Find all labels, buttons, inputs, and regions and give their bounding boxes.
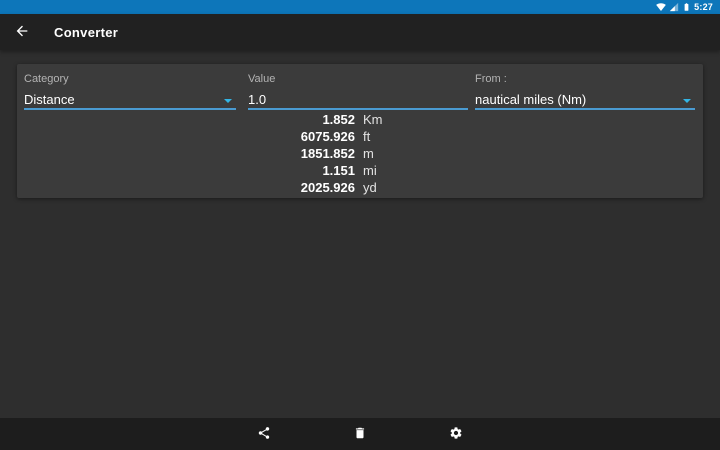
value-input-wrap: [248, 88, 468, 110]
value-input[interactable]: [248, 89, 468, 109]
result-row: 1851.852 m: [17, 145, 703, 162]
delete-icon: [353, 426, 367, 443]
value-label: Value: [248, 73, 276, 85]
from-underline: [475, 108, 695, 110]
result-unit: mi: [363, 163, 377, 178]
category-label: Category: [24, 73, 69, 85]
converter-app-screen: 5:27 Converter Category Distance Value 1…: [0, 0, 720, 450]
from-field: From : nautical miles (Nm): [475, 72, 695, 110]
result-unit: yd: [363, 180, 377, 195]
cell-signal-icon: [669, 2, 679, 12]
from-label: From :: [475, 73, 507, 85]
clock: 5:27: [694, 2, 713, 12]
category-dropdown[interactable]: Distance: [24, 88, 236, 110]
conversion-results-list: 1.852 Km 6075.926 ft 1851.852 m 1.151 mi…: [17, 111, 703, 196]
arrow-left-icon: [14, 23, 30, 42]
result-row: 2025.926 yd: [17, 179, 703, 196]
category-underline: [24, 108, 236, 110]
chevron-down-icon: [224, 99, 232, 103]
share-button[interactable]: [256, 426, 272, 442]
delete-button[interactable]: [352, 426, 368, 442]
bottom-actions: [256, 426, 464, 442]
result-row: 6075.926 ft: [17, 128, 703, 145]
converter-card: Category Distance Value From : nautical …: [17, 64, 703, 198]
from-unit-dropdown[interactable]: nautical miles (Nm): [475, 88, 695, 110]
result-row: 1.852 Km: [17, 111, 703, 128]
battery-icon: [682, 2, 691, 12]
result-value: 1.151: [322, 163, 355, 178]
page-title: Converter: [54, 24, 119, 40]
value-underline: [248, 108, 468, 110]
share-icon: [257, 426, 271, 443]
wifi-icon: [656, 2, 667, 12]
category-selected-value: Distance: [24, 91, 75, 107]
result-value: 6075.926: [300, 129, 355, 144]
from-selected-value: nautical miles (Nm): [475, 91, 587, 107]
value-field: Value: [248, 72, 468, 110]
bottom-action-bar: [0, 418, 720, 450]
result-unit: Km: [363, 112, 383, 127]
result-value: 1.852: [322, 112, 355, 127]
category-field: Category Distance: [24, 72, 236, 110]
back-button[interactable]: [4, 14, 40, 50]
settings-button[interactable]: [448, 426, 464, 442]
result-value: 1851.852: [300, 146, 355, 161]
status-bar: 5:27: [0, 0, 720, 14]
settings-icon: [449, 426, 463, 443]
result-unit: m: [363, 146, 374, 161]
result-value: 2025.926: [300, 180, 355, 195]
app-bar: Converter: [0, 14, 720, 50]
chevron-down-icon: [683, 99, 691, 103]
result-row: 1.151 mi: [17, 162, 703, 179]
result-unit: ft: [363, 129, 371, 144]
